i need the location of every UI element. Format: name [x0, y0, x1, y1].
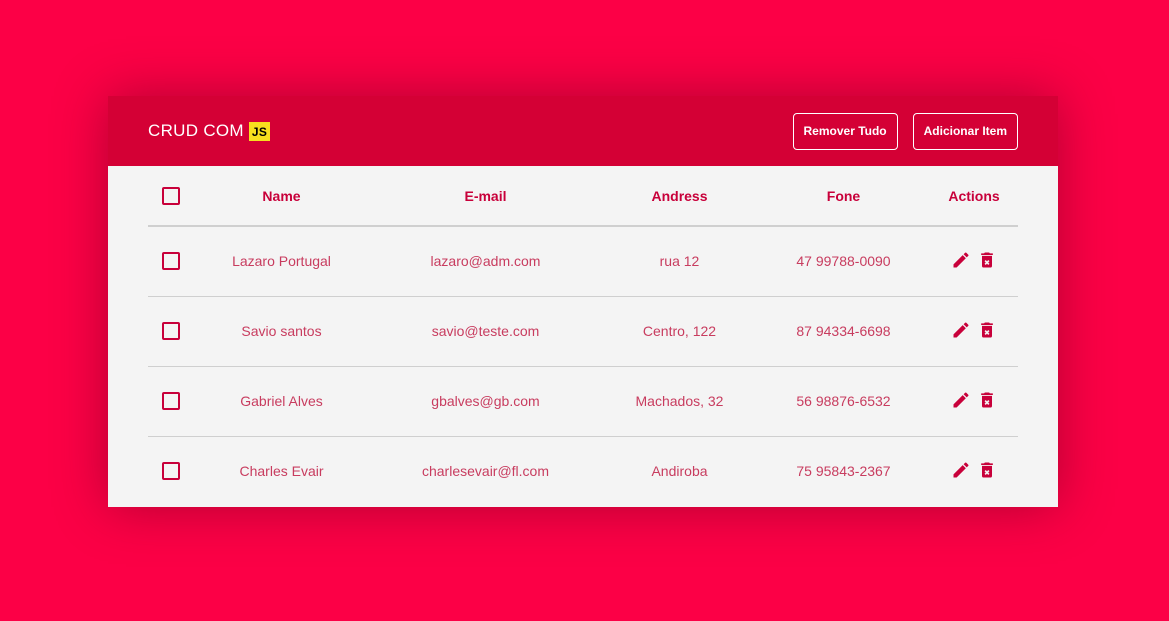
row-select-cell: [148, 226, 194, 297]
pencil-icon[interactable]: [951, 460, 971, 480]
select-all-cell: [148, 166, 194, 227]
trash-icon[interactable]: [977, 250, 997, 270]
cell-address: rua 12: [602, 226, 757, 297]
cell-name: Lazaro Portugal: [194, 226, 369, 297]
select-all-checkbox[interactable]: [162, 186, 180, 205]
pencil-icon[interactable]: [951, 390, 971, 410]
row-select-cell: [148, 436, 194, 506]
trash-icon[interactable]: [977, 320, 997, 340]
column-header-email[interactable]: E-mail: [369, 166, 602, 227]
table-header-row: Name E-mail Andress Fone Actions: [148, 166, 1018, 227]
cell-address: Andiroba: [651, 463, 708, 480]
cell-actions: [930, 296, 1018, 367]
cell-name: Charles Evair: [239, 463, 324, 480]
crud-card: CRUD COM JS Remover Tudo Adicionar Item …: [108, 96, 1058, 507]
table-row: Lazaro Portugal lazaro@adm.com rua 12 47…: [148, 226, 1018, 297]
brand: CRUD COM JS: [148, 121, 271, 141]
add-item-button[interactable]: Adicionar Item: [912, 112, 1018, 150]
cell-actions: [930, 226, 1018, 297]
cell-actions: [930, 366, 1018, 437]
row-checkbox[interactable]: [162, 322, 180, 341]
cell-actions: [930, 436, 1018, 506]
cell-email: gbalves@gb.com: [369, 366, 602, 437]
data-table: Name E-mail Andress Fone Actions Lazaro …: [148, 166, 1018, 506]
table-row: Charles Evair charlesevair@fl.com Andiro…: [148, 436, 1018, 506]
cell-address: Centro, 122: [602, 296, 757, 367]
app-title: CRUD COM: [148, 121, 244, 140]
cell-email: charlesevair@fl.com: [421, 463, 550, 480]
row-actions: [951, 250, 997, 270]
row-actions: [951, 320, 997, 340]
row-checkbox[interactable]: [162, 392, 180, 411]
cell-email: lazaro@adm.com: [369, 226, 602, 297]
column-header-phone[interactable]: Fone: [757, 166, 930, 227]
table-body: Lazaro Portugal lazaro@adm.com rua 12 47…: [148, 226, 1018, 506]
column-header-actions: Actions: [930, 166, 1018, 227]
cell-phone: 47 99788-0090: [757, 226, 930, 297]
cell-email: savio@teste.com: [369, 296, 602, 367]
table-row: Savio santos savio@teste.com Centro, 122…: [148, 296, 1018, 367]
pencil-icon[interactable]: [951, 320, 971, 340]
row-checkbox[interactable]: [162, 252, 180, 271]
cell-phone: 75 95843-2367: [796, 463, 891, 480]
pencil-icon[interactable]: [951, 250, 971, 270]
row-select-cell: [148, 366, 194, 437]
table-wrapper: Name E-mail Andress Fone Actions Lazaro …: [108, 166, 1058, 506]
row-checkbox[interactable]: [162, 462, 180, 481]
cell-name: Gabriel Alves: [194, 366, 369, 437]
row-actions: [951, 460, 997, 480]
remove-all-button[interactable]: Remover Tudo: [792, 112, 898, 150]
row-select-cell: [148, 296, 194, 367]
row-actions: [951, 390, 997, 410]
js-badge: JS: [248, 121, 271, 141]
cell-phone: 56 98876-6532: [757, 366, 930, 437]
column-header-address[interactable]: Andress: [602, 166, 757, 227]
card-header: CRUD COM JS Remover Tudo Adicionar Item: [108, 96, 1058, 166]
cell-name: Savio santos: [194, 296, 369, 367]
table-row: Gabriel Alves gbalves@gb.com Machados, 3…: [148, 366, 1018, 437]
trash-icon[interactable]: [977, 460, 997, 480]
cell-address: Machados, 32: [602, 366, 757, 437]
header-actions: Remover Tudo Adicionar Item: [792, 112, 1018, 150]
cell-phone: 87 94334-6698: [757, 296, 930, 367]
column-header-name[interactable]: Name: [194, 166, 369, 227]
trash-icon[interactable]: [977, 390, 997, 410]
